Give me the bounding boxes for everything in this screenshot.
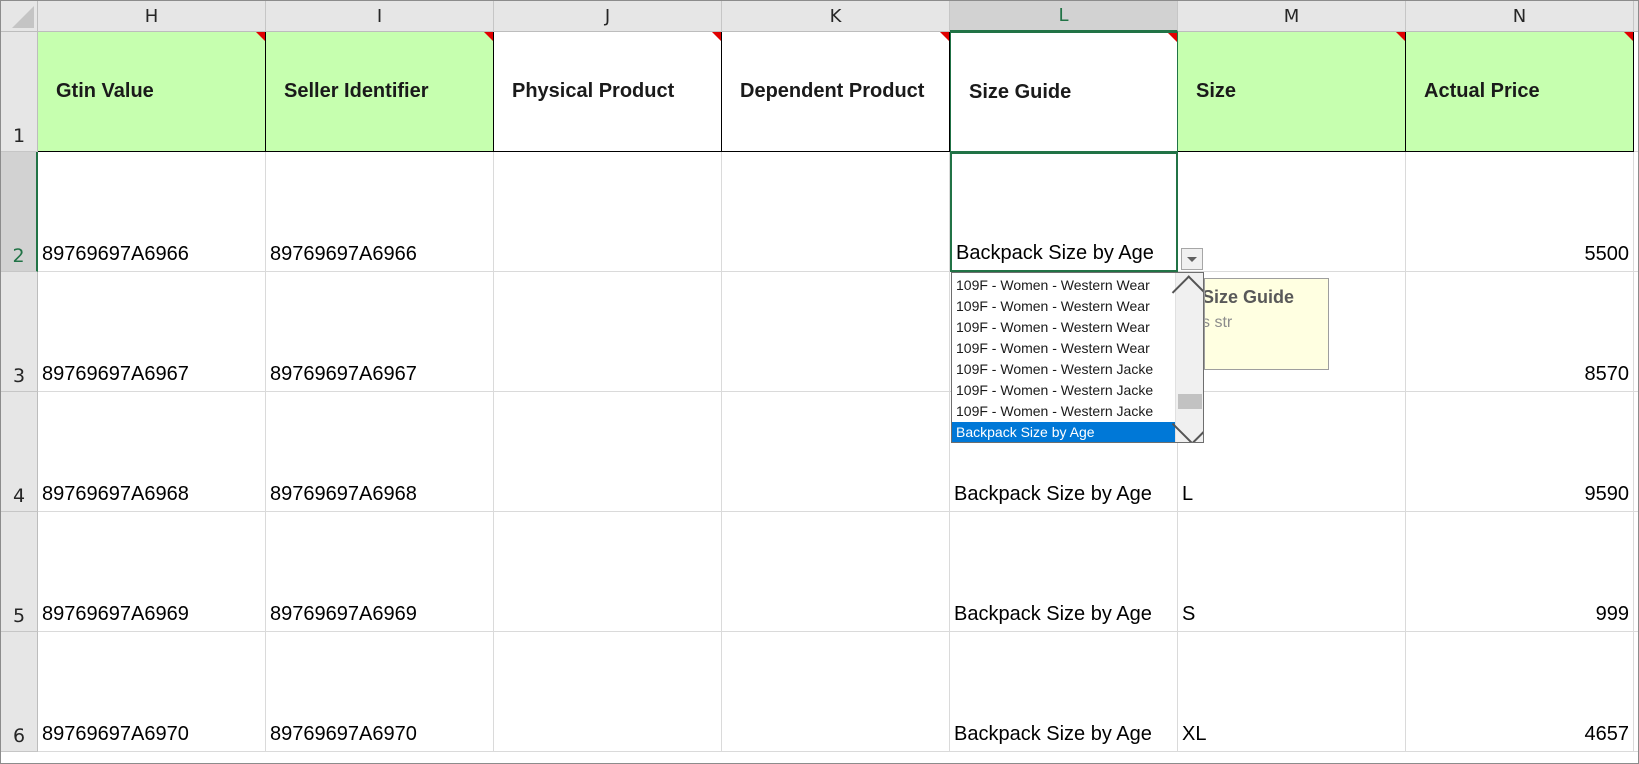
dropdown-option[interactable]: 109F - Women - Western Wear	[952, 296, 1175, 317]
overflow-cell	[1634, 152, 1638, 272]
column-header-l[interactable]: L	[950, 1, 1178, 32]
cell-l6[interactable]: Backpack Size by Age	[950, 632, 1178, 752]
comment-indicator-icon	[256, 32, 265, 41]
header-label: Seller Identifier	[284, 80, 429, 102]
input-message-tooltip: Size Guide s str	[1204, 278, 1329, 370]
header-label: Size Guide	[969, 80, 1072, 103]
row-header-6[interactable]: 6	[1, 632, 38, 752]
row-header-5[interactable]: 5	[1, 512, 38, 632]
spreadsheet-grid: H I J K L M N 1 Gtin Value Seller Identi…	[1, 1, 1638, 752]
tooltip-title: Size Guide	[1204, 287, 1295, 307]
header-cell-size-guide[interactable]: Size Guide	[950, 32, 1178, 152]
dropdown-option[interactable]: 109F - Women - Western Wear	[952, 338, 1175, 359]
validation-dropdown-button[interactable]	[1181, 248, 1203, 270]
cell-i5[interactable]: 89769697A6969	[266, 512, 494, 632]
column-header-m[interactable]: M	[1178, 1, 1406, 32]
cell-h3[interactable]: 89769697A6967	[38, 272, 266, 392]
dropdown-options: 109F - Women - Western Wear 109F - Women…	[952, 275, 1175, 442]
row-header-3[interactable]: 3	[1, 272, 38, 392]
cell-j3[interactable]	[494, 272, 722, 392]
comment-indicator-icon	[1396, 32, 1405, 41]
cell-h6[interactable]: 89769697A6970	[38, 632, 266, 752]
column-header-k[interactable]: K	[722, 1, 950, 32]
chevron-down-icon	[1187, 256, 1197, 262]
cell-k2[interactable]	[722, 152, 950, 272]
header-cell-actual-price[interactable]: Actual Price	[1406, 32, 1634, 152]
cell-j2[interactable]	[494, 152, 722, 272]
header-label: Physical Product	[512, 80, 675, 102]
scroll-thumb[interactable]	[1178, 394, 1202, 409]
overflow-cell	[1634, 512, 1638, 632]
overflow-cell	[1634, 272, 1638, 392]
cell-j4[interactable]	[494, 392, 722, 512]
dropdown-option[interactable]: 109F - Women - Western Wear	[952, 275, 1175, 296]
dropdown-option[interactable]: 109F - Women - Western Wear	[952, 317, 1175, 338]
cell-i3[interactable]: 89769697A6967	[266, 272, 494, 392]
header-label: Size	[1196, 80, 1237, 102]
cell-k4[interactable]	[722, 392, 950, 512]
header-cell-seller-identifier[interactable]: Seller Identifier	[266, 32, 494, 152]
row-header-2[interactable]: 2	[1, 152, 38, 272]
cell-h4[interactable]: 89769697A6968	[38, 392, 266, 512]
cell-m5[interactable]: S	[1178, 512, 1406, 632]
dropdown-option[interactable]: 109F - Women - Western Jacke	[952, 359, 1175, 380]
cell-m6[interactable]: XL	[1178, 632, 1406, 752]
column-header-overflow	[1634, 1, 1638, 32]
cell-m2[interactable]	[1178, 152, 1406, 272]
validation-dropdown-list[interactable]: 109F - Women - Western Wear 109F - Women…	[951, 272, 1204, 443]
overflow-cell	[1634, 392, 1638, 512]
column-header-h[interactable]: H	[38, 1, 266, 32]
overflow-cell	[1634, 632, 1638, 752]
cell-n3[interactable]: 8570	[1406, 272, 1634, 392]
cell-i2[interactable]: 89769697A6966	[266, 152, 494, 272]
dropdown-option[interactable]: Backpack Size by Age	[952, 422, 1175, 442]
cell-i6[interactable]: 89769697A6970	[266, 632, 494, 752]
dropdown-option[interactable]: 109F - Women - Western Jacke	[952, 401, 1175, 422]
dropdown-option[interactable]: 109F - Women - Western Jacke	[952, 380, 1175, 401]
column-header-j[interactable]: J	[494, 1, 722, 32]
dropdown-scrollbar[interactable]	[1171, 273, 1203, 442]
comment-indicator-icon	[1168, 33, 1177, 42]
cell-n4[interactable]: 9590	[1406, 392, 1634, 512]
comment-indicator-icon	[940, 32, 949, 41]
cell-j5[interactable]	[494, 512, 722, 632]
select-all-icon	[12, 6, 34, 28]
scroll-up-button[interactable]	[1171, 275, 1203, 313]
cell-l2-active[interactable]: Backpack Size by Age	[950, 152, 1178, 272]
cell-j6[interactable]	[494, 632, 722, 752]
cell-h2[interactable]: 89769697A6966	[38, 152, 266, 272]
cell-h5[interactable]: 89769697A6969	[38, 512, 266, 632]
comment-indicator-icon	[484, 32, 493, 41]
cell-k6[interactable]	[722, 632, 950, 752]
row-header-1[interactable]: 1	[1, 32, 38, 152]
header-cell-size[interactable]: Size	[1178, 32, 1406, 152]
header-cell-gtin-value[interactable]: Gtin Value	[38, 32, 266, 152]
header-label: Gtin Value	[56, 80, 154, 102]
header-label: Dependent Product	[740, 80, 925, 102]
column-header-i[interactable]: I	[266, 1, 494, 32]
cell-n2[interactable]: 5500	[1406, 152, 1634, 272]
cell-l5[interactable]: Backpack Size by Age	[950, 512, 1178, 632]
row-header-4[interactable]: 4	[1, 392, 38, 512]
cell-k3[interactable]	[722, 272, 950, 392]
comment-indicator-icon	[712, 32, 721, 41]
chevron-down-icon	[1171, 407, 1203, 442]
chevron-up-icon	[1171, 275, 1203, 313]
header-cell-physical-product[interactable]: Physical Product	[494, 32, 722, 152]
comment-indicator-icon	[1624, 32, 1633, 41]
scroll-down-button[interactable]	[1171, 407, 1203, 442]
header-label: Actual Price	[1424, 80, 1540, 102]
header-cell-dependent-product[interactable]: Dependent Product	[722, 32, 950, 152]
overflow-cell	[1634, 32, 1638, 152]
tooltip-body: s str	[1204, 314, 1233, 331]
column-header-n[interactable]: N	[1406, 1, 1634, 32]
cell-i4[interactable]: 89769697A6968	[266, 392, 494, 512]
spreadsheet-window: H I J K L M N 1 Gtin Value Seller Identi…	[0, 0, 1639, 764]
cell-n6[interactable]: 4657	[1406, 632, 1634, 752]
cell-k5[interactable]	[722, 512, 950, 632]
cell-m4[interactable]: L	[1178, 392, 1406, 512]
select-all-corner[interactable]	[1, 1, 38, 32]
cell-n5[interactable]: 999	[1406, 512, 1634, 632]
